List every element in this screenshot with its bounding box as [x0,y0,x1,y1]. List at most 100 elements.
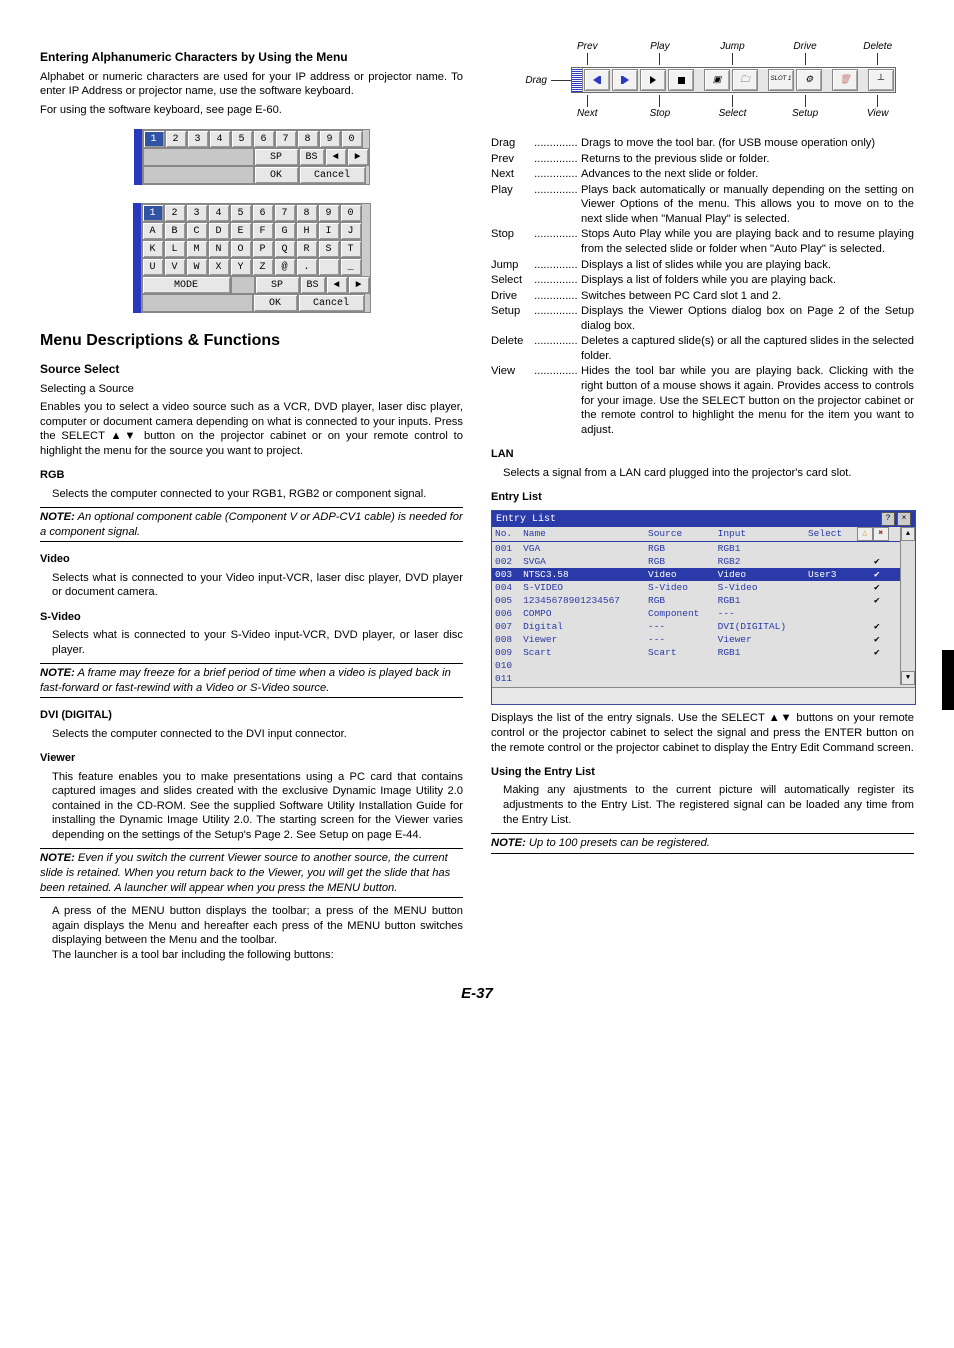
key-P[interactable]: P [252,240,274,258]
next-icon[interactable] [612,69,638,91]
scroll-up-icon[interactable]: ▲ [901,527,915,541]
select-icon[interactable]: 🗀 [732,69,758,91]
key-G[interactable]: G [274,222,296,240]
delete-entry-icon[interactable]: ✖ [873,527,889,541]
key-9[interactable]: 9 [318,204,340,222]
key-V[interactable]: V [164,258,186,276]
key-4[interactable]: 4 [208,204,230,222]
key-bs[interactable]: BS [300,276,326,294]
key-J[interactable]: J [340,222,362,240]
key-N[interactable]: N [208,240,230,258]
key-7[interactable]: 7 [274,204,296,222]
key-H[interactable]: H [296,222,318,240]
key-2[interactable]: 2 [164,204,186,222]
key-M[interactable]: M [186,240,208,258]
key-Q[interactable]: Q [274,240,296,258]
key-L[interactable]: L [164,240,186,258]
col-header[interactable]: △✖ [854,527,900,542]
table-row[interactable]: 010 [492,659,900,672]
key-K[interactable]: K [142,240,164,258]
key-U[interactable]: U [142,258,164,276]
key-1[interactable]: 1 [142,204,164,222]
key-3[interactable]: 3 [187,130,209,148]
col-header[interactable]: Source [645,527,715,542]
delete-icon[interactable]: 🗑 [832,69,858,91]
key-6[interactable]: 6 [253,130,275,148]
scroll-down-icon[interactable]: ▼ [901,671,915,685]
key-0[interactable]: 0 [340,204,362,222]
key-O[interactable]: O [230,240,252,258]
key-W[interactable]: W [186,258,208,276]
key-I[interactable]: I [318,222,340,240]
table-row[interactable]: 002SVGARGBRGB2✔ [492,555,900,568]
table-row[interactable]: 001VGARGBRGB1 [492,542,900,556]
prev-icon[interactable] [584,69,610,91]
key-8[interactable]: 8 [296,204,318,222]
stop-icon[interactable] [668,69,694,91]
key-F[interactable]: F [252,222,274,240]
key-6[interactable]: 6 [252,204,274,222]
key-9[interactable]: 9 [319,130,341,148]
setup-icon[interactable]: ⚙ [796,69,822,91]
table-row[interactable]: 009ScartScartRGB1✔ [492,646,900,659]
key-5[interactable]: 5 [230,204,252,222]
table-row[interactable]: 00512345678901234567RGBRGB1✔ [492,594,900,607]
key-T[interactable]: T [340,240,362,258]
key-sp[interactable]: SP [255,276,300,294]
close-button[interactable]: × [897,512,911,526]
key-left[interactable]: ◄ [326,276,348,294]
table-row[interactable]: 007Digital---DVI(DIGITAL)✔ [492,620,900,633]
scrollbar[interactable]: ▲ ▼ [900,527,915,685]
key-X[interactable]: X [208,258,230,276]
key-1[interactable]: 1 [143,130,165,148]
table-row[interactable]: 003NTSC3.58VideoVideoUser3✔ [492,568,900,581]
key-Y[interactable]: Y [230,258,252,276]
toolbar-label: Select [696,107,769,120]
key-D[interactable]: D [208,222,230,240]
key-@[interactable]: @ [274,258,296,276]
drag-handle-icon[interactable] [572,68,583,92]
key-C[interactable]: C [186,222,208,240]
drive-icon[interactable]: SLOT 1 [768,69,794,91]
table-row[interactable]: 008Viewer---Viewer✔ [492,633,900,646]
table-row[interactable]: 011 [492,672,900,685]
key-Z[interactable]: Z [252,258,274,276]
key-cancel[interactable]: Cancel [298,294,365,312]
key-mode[interactable]: MODE [142,276,231,294]
key-ok[interactable]: OK [254,166,299,184]
key-S[interactable]: S [318,240,340,258]
key-sp[interactable]: SP [254,148,299,166]
view-icon[interactable]: ┴ [868,69,894,91]
key-blank[interactable] [318,258,340,276]
key-5[interactable]: 5 [231,130,253,148]
col-header[interactable]: No. [492,527,520,542]
sort-icon[interactable]: △ [857,527,873,541]
key-ok[interactable]: OK [253,294,298,312]
key-R[interactable]: R [296,240,318,258]
key-_[interactable]: _ [340,258,362,276]
key-left[interactable]: ◄ [325,148,347,166]
key-8[interactable]: 8 [297,130,319,148]
key-3[interactable]: 3 [186,204,208,222]
key-A[interactable]: A [142,222,164,240]
jump-icon[interactable]: ▣ [704,69,730,91]
key-4[interactable]: 4 [209,130,231,148]
table-row[interactable]: 006COMPOComponent--- [492,607,900,620]
col-header[interactable]: Name [520,527,645,542]
key-bs[interactable]: BS [299,148,325,166]
key-right[interactable]: ► [347,148,369,166]
key-7[interactable]: 7 [275,130,297,148]
play-icon[interactable] [640,69,666,91]
key-cancel[interactable]: Cancel [299,166,366,184]
key-2[interactable]: 2 [165,130,187,148]
col-header[interactable]: Select [805,527,854,542]
entry-list-table[interactable]: No.NameSourceInputSelect△✖ 001VGARGBRGB1… [492,527,900,685]
col-header[interactable]: Input [715,527,805,542]
key-0[interactable]: 0 [341,130,363,148]
key-E[interactable]: E [230,222,252,240]
key-right[interactable]: ► [348,276,370,294]
table-row[interactable]: 004S-VIDEOS-VideoS-Video✔ [492,581,900,594]
key-.[interactable]: . [296,258,318,276]
key-B[interactable]: B [164,222,186,240]
help-button[interactable]: ? [881,512,895,526]
